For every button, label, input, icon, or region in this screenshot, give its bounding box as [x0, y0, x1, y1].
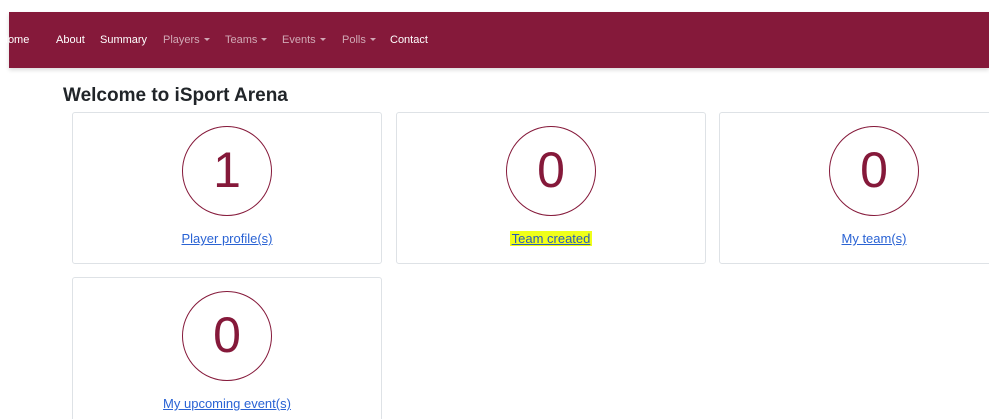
nav-events-label: Events — [282, 34, 316, 46]
team-created-link[interactable]: Team created — [509, 231, 593, 246]
player-profiles-card: 1 Player profile(s) — [72, 112, 382, 264]
page-title: Welcome to iSport Arena — [63, 85, 288, 106]
my-teams-count: 0 — [829, 126, 919, 216]
team-created-count: 0 — [506, 126, 596, 216]
my-teams-link[interactable]: My team(s) — [842, 231, 907, 246]
upcoming-events-card: 0 My upcoming event(s) — [72, 277, 382, 419]
page: Home About Summary Players Teams Events … — [0, 0, 989, 419]
upcoming-events-count: 0 — [182, 291, 272, 381]
nav-players-label: Players — [163, 34, 200, 46]
nav-about-link[interactable]: About — [56, 12, 85, 68]
nav-summary-link[interactable]: Summary — [100, 12, 147, 68]
nav-teams-label: Teams — [225, 34, 258, 46]
nav-players-dropdown[interactable]: Players — [163, 12, 210, 68]
nav-teams-dropdown[interactable]: Teams — [225, 12, 268, 68]
chevron-down-icon — [369, 37, 376, 41]
nav-polls-dropdown[interactable]: Polls — [342, 12, 376, 68]
upcoming-events-link[interactable]: My upcoming event(s) — [163, 396, 291, 411]
nav-contact-link[interactable]: Contact — [390, 12, 428, 68]
player-profiles-count: 1 — [182, 126, 272, 216]
nav-home-link[interactable]: Home — [0, 12, 29, 68]
top-navbar: Home About Summary Players Teams Events … — [0, 12, 989, 68]
chevron-down-icon — [203, 37, 210, 41]
team-created-card: 0 Team created — [396, 112, 706, 264]
nav-polls-label: Polls — [342, 34, 366, 46]
player-profiles-link[interactable]: Player profile(s) — [181, 231, 272, 246]
chevron-down-icon — [319, 37, 326, 41]
my-teams-card: 0 My team(s) — [719, 112, 989, 264]
chevron-down-icon — [261, 37, 268, 41]
nav-events-dropdown[interactable]: Events — [282, 12, 326, 68]
